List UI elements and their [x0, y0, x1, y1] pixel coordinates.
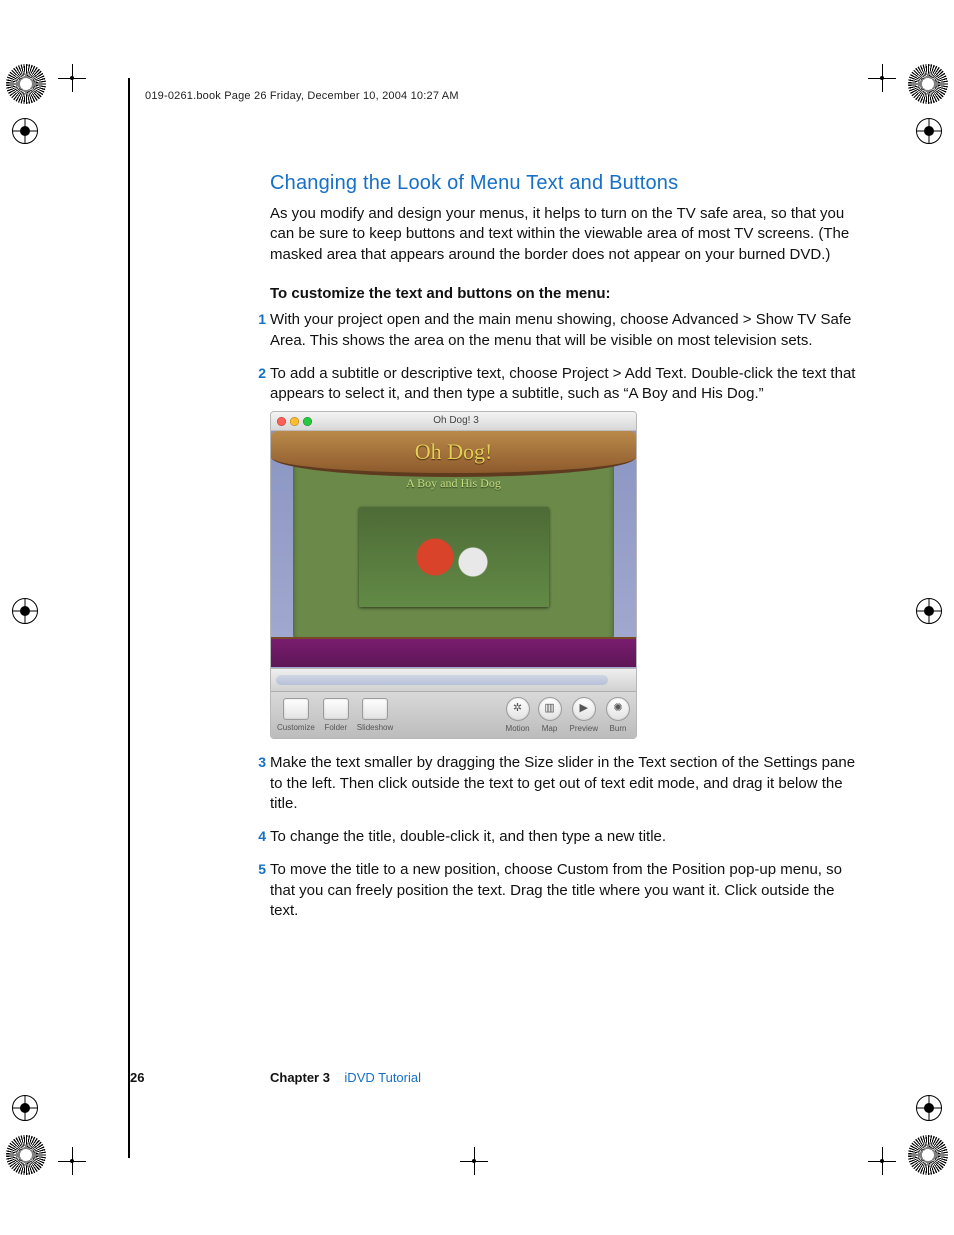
screenshot-titlebar: Oh Dog! 3 — [271, 412, 636, 431]
step-text: With your project open and the main menu… — [270, 311, 851, 349]
register-mark — [916, 1095, 942, 1121]
step-text: To change the title, double-click it, an… — [270, 828, 666, 845]
chapter-label: Chapter 3 — [270, 1070, 330, 1085]
menu-curtain: Oh Dog! — [271, 431, 636, 477]
folder-icon — [323, 698, 349, 720]
printers-mark-sunburst — [908, 1135, 948, 1175]
toolbar-label: Burn — [610, 723, 627, 734]
motion-icon: ✲ — [506, 697, 530, 721]
menu-photo — [359, 507, 549, 607]
toolbar-label: Customize — [277, 722, 315, 733]
menu-subtitle: A Boy and His Dog — [271, 475, 636, 492]
burn-icon: ✺ — [606, 697, 630, 721]
register-mark — [12, 118, 38, 144]
step-text: To move the title to a new position, cho… — [270, 861, 842, 919]
step-number: 4 — [250, 827, 266, 846]
screenshot-canvas: Oh Dog! A Boy and His Dog Play Movie Sce… — [271, 431, 636, 691]
page-edge-rule — [128, 78, 130, 1158]
step-item: 3 Make the text smaller by dragging the … — [270, 753, 860, 815]
step-item: 5 To move the title to a new position, c… — [270, 860, 860, 922]
register-mark — [12, 1095, 38, 1121]
slideshow-icon — [362, 698, 388, 720]
step-item: 1 With your project open and the main me… — [270, 310, 860, 351]
register-mark — [916, 598, 942, 624]
register-mark — [916, 118, 942, 144]
step-item: 2 To add a subtitle or descriptive text,… — [270, 364, 860, 739]
toolbar-label: Slideshow — [357, 722, 393, 733]
preview-icon: ▶ — [572, 697, 596, 721]
numbered-steps: 1 With your project open and the main me… — [270, 310, 860, 922]
map-icon: ▥ — [538, 697, 562, 721]
running-header: 019-0261.book Page 26 Friday, December 1… — [145, 90, 459, 102]
close-icon — [277, 417, 286, 426]
body-content: Changing the Look of Menu Text and Butto… — [270, 170, 860, 934]
crop-mark — [868, 64, 896, 92]
printers-mark-sunburst — [908, 64, 948, 104]
chapter-title: iDVD Tutorial — [344, 1070, 421, 1085]
customize-icon — [283, 698, 309, 720]
crop-mark — [58, 64, 86, 92]
screenshot-scrollbar — [271, 668, 636, 691]
menu-title: Oh Dog! — [271, 431, 636, 467]
step-number: 1 — [250, 310, 266, 329]
section-heading: Changing the Look of Menu Text and Butto… — [270, 170, 860, 198]
screenshot-toolbar: Customize Folder Slideshow ✲Motion ▥Map … — [271, 691, 636, 738]
toolbar-label: Map — [542, 723, 558, 734]
crop-mark — [868, 1147, 896, 1175]
page-footer: 26 Chapter 3 iDVD Tutorial — [130, 1070, 421, 1085]
procedure-heading: To customize the text and buttons on the… — [270, 284, 860, 305]
idvd-screenshot: Oh Dog! 3 Oh Dog! A Boy and His Dog Play… — [270, 411, 637, 739]
toolbar-label: Preview — [570, 723, 598, 734]
step-text: To add a subtitle or descriptive text, c… — [270, 365, 855, 403]
page-number: 26 — [130, 1070, 160, 1085]
printers-mark-sunburst — [6, 1135, 46, 1175]
step-number: 3 — [250, 753, 266, 772]
register-mark — [12, 598, 38, 624]
menu-band — [271, 639, 636, 667]
step-number: 5 — [250, 860, 266, 879]
crop-mark — [58, 1147, 86, 1175]
step-text: Make the text smaller by dragging the Si… — [270, 754, 855, 812]
window-title: Oh Dog! 3 — [316, 414, 596, 428]
zoom-icon — [303, 417, 312, 426]
step-number: 2 — [250, 364, 266, 383]
printers-mark-sunburst — [6, 64, 46, 104]
toolbar-label: Motion — [506, 723, 530, 734]
toolbar-label: Folder — [324, 722, 347, 733]
minimize-icon — [290, 417, 299, 426]
intro-paragraph: As you modify and design your menus, it … — [270, 204, 860, 266]
crop-mark — [460, 1147, 488, 1175]
step-item: 4 To change the title, double-click it, … — [270, 827, 860, 848]
